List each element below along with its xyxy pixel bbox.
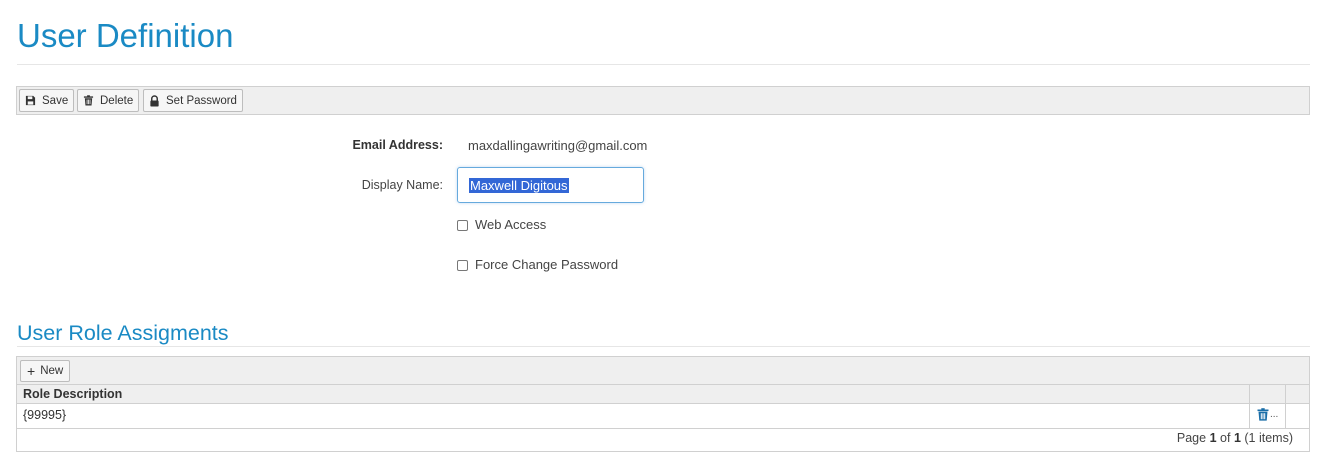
page-title: User Definition [17,17,234,54]
pager-info: Page 1 of 1 (1 items) [1177,431,1293,445]
new-role-button-label: New [40,365,64,377]
delete-button-label: Delete [100,94,134,107]
pager-of: of [1220,431,1231,445]
email-value: maxdallingawriting@gmail.com [468,138,648,153]
title-divider [17,64,1310,65]
web-access-label[interactable]: Web Access [475,217,546,232]
role-assignments-title: User Role Assigments [17,321,229,345]
main-toolbar: Save Delete Set Password [16,86,1310,115]
plus-icon: + [27,363,36,379]
grid-toolbar: + New [17,357,1309,385]
lock-icon [150,94,159,106]
web-access-checkbox[interactable] [457,220,468,231]
role-assignments-grid: + New Role Description {99995} ... Page … [16,356,1310,452]
set-password-button-label: Set Password [166,94,237,107]
save-icon [25,95,36,106]
set-password-button[interactable]: Set Password [143,89,243,112]
pager-current-page: 1 [1209,431,1217,445]
force-change-password-checkbox[interactable] [457,260,468,271]
force-change-password-label[interactable]: Force Change Password [475,257,618,272]
delete-row-button[interactable]: ... [1257,408,1278,421]
pager-items: (1 items) [1244,431,1293,445]
save-button-label: Save [42,94,69,107]
display-name-input[interactable]: Maxwell Digitous [457,167,644,203]
save-button[interactable]: Save [19,89,75,112]
table-row[interactable]: {99995} ... [17,404,1309,429]
new-role-button[interactable]: + New [20,360,71,382]
pager-total-pages: 1 [1233,431,1241,445]
grid-header: Role Description [17,385,1309,404]
pager-prefix: Page [1176,431,1207,445]
delete-button[interactable]: Delete [77,89,140,112]
trash-icon [1257,408,1269,421]
column-header-role-description[interactable]: Role Description [23,387,122,401]
email-label: Email Address: [352,138,443,152]
role-description-cell: {99995} [23,408,67,422]
display-name-value: Maxwell Digitous [469,177,569,193]
display-name-label: Display Name: [361,178,443,192]
section-divider [17,346,1310,347]
overflow-ellipsis: ... [1270,409,1279,420]
trash-icon [83,95,94,106]
